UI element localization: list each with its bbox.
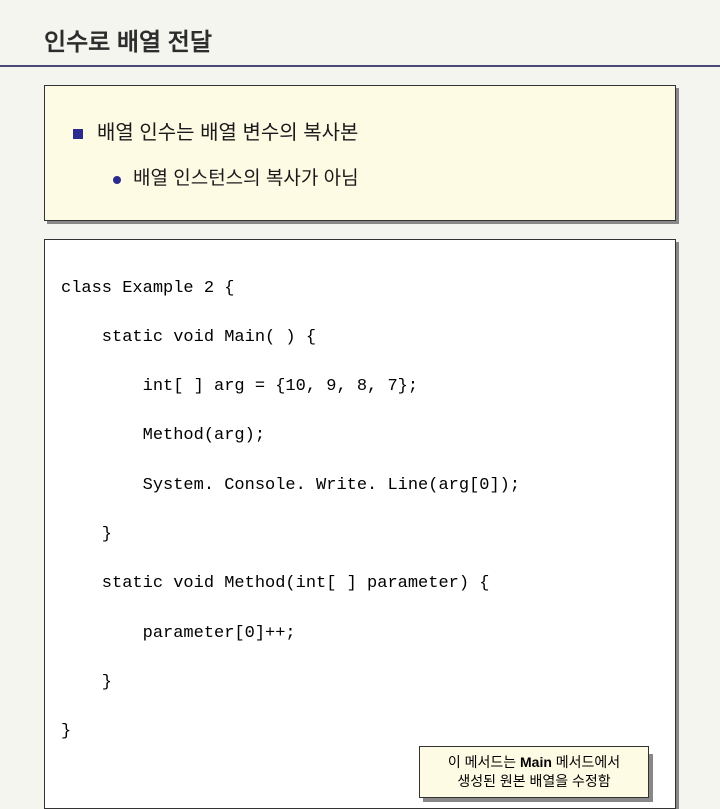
square-bullet-icon <box>73 129 83 139</box>
callout-line1-bold: Main <box>520 754 552 770</box>
code-line: } <box>61 673 112 692</box>
code-line: static void Main( ) { <box>61 328 316 347</box>
bullet-panel: 배열 인수는 배열 변수의 복사본 배열 인스턴스의 복사가 아님 <box>44 85 676 221</box>
divider <box>0 65 720 67</box>
code-line: System. Console. Write. Line(arg[0]); <box>61 476 520 495</box>
bullet-sub-row: 배열 인스턴스의 복사가 아님 <box>113 163 647 190</box>
bullet-main-text: 배열 인수는 배열 변수의 복사본 <box>97 116 358 145</box>
bullet-main-row: 배열 인수는 배열 변수의 복사본 <box>73 116 647 145</box>
code-line: } <box>61 722 71 741</box>
code-line: class Example 2 { <box>61 279 234 298</box>
code-line: } <box>61 525 112 544</box>
code-line: static void Method(int[ ] parameter) { <box>61 574 489 593</box>
callout-line1-post: 메서드에서 <box>552 754 620 770</box>
code-line: parameter[0]++; <box>61 624 296 643</box>
bullet-sub-text: 배열 인스턴스의 복사가 아님 <box>133 163 359 190</box>
code-panel: class Example 2 { static void Main( ) { … <box>44 239 676 809</box>
code-line: Method(arg); <box>61 426 265 445</box>
slide-title: 인수로 배열 전달 <box>0 0 720 65</box>
dot-bullet-icon <box>113 176 121 184</box>
code-line: int[ ] arg = {10, 9, 8, 7}; <box>61 377 418 396</box>
callout-line2: 생성된 원본 배열을 수정함 <box>457 773 610 789</box>
callout-line1-pre: 이 메서드는 <box>448 754 520 770</box>
callout-box: 이 메서드는 Main 메서드에서 생성된 원본 배열을 수정함 <box>419 746 649 798</box>
